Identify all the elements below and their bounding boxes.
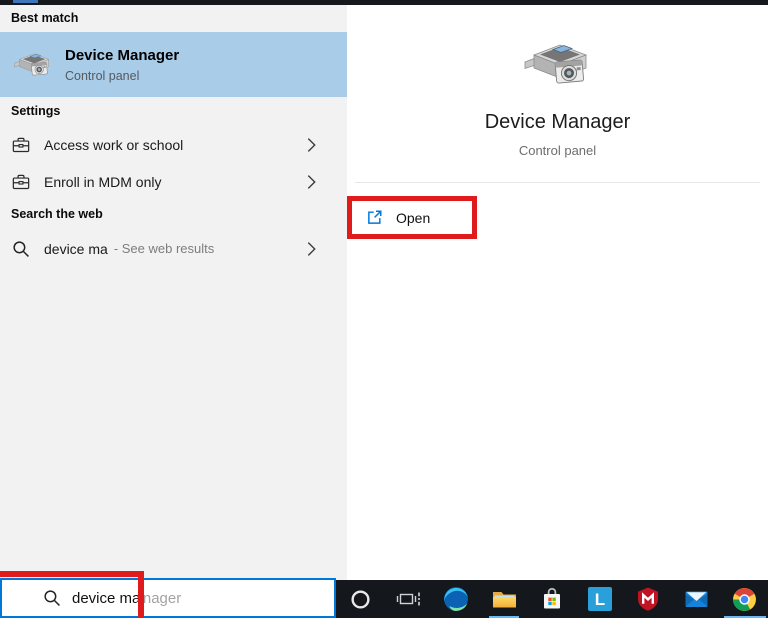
- settings-item-label: Access work or school: [44, 136, 184, 153]
- section-header-settings: Settings: [11, 104, 61, 118]
- search-input-text: device ma nager: [72, 588, 182, 608]
- chrome-button[interactable]: [720, 580, 768, 618]
- microsoft-store-icon: [544, 587, 560, 609]
- cortana-icon: [350, 589, 370, 609]
- l-app-button[interactable]: L: [576, 580, 624, 618]
- settings-item-label: Enroll in MDM only: [44, 173, 162, 190]
- device-manager-icon: [14, 48, 52, 82]
- cortana-button[interactable]: [336, 580, 384, 618]
- taskbar: L: [336, 580, 768, 618]
- mcafee-shield-icon: [638, 587, 658, 611]
- result-preview-panel: Device Manager Control panel: [347, 5, 768, 580]
- typed-query: device ma: [72, 589, 141, 607]
- separator: [355, 182, 760, 183]
- search-icon: [43, 589, 61, 607]
- file-explorer-button[interactable]: [480, 580, 528, 618]
- preview-title: Device Manager: [484, 111, 631, 133]
- open-external-icon: [368, 210, 382, 224]
- l-app-letter: L: [595, 590, 605, 609]
- chrome-icon: [732, 587, 756, 611]
- section-header-best-match: Best match: [11, 11, 79, 25]
- autocomplete-suggestion: nager: [142, 589, 182, 607]
- microsoft-store-button[interactable]: [528, 580, 576, 618]
- annotation-box-open: Open: [347, 196, 477, 239]
- briefcase-icon: [12, 173, 30, 191]
- web-search-query: device ma: [44, 240, 108, 257]
- windows-search-flyout: Best match Device Manager Control panel …: [0, 0, 768, 618]
- best-match-text: Device Manager Control panel: [65, 46, 179, 84]
- edge-button[interactable]: [432, 580, 480, 618]
- web-search-item[interactable]: device ma - See web results: [0, 231, 347, 266]
- briefcase-icon: [12, 136, 30, 154]
- top-edge-accent: [13, 0, 38, 3]
- open-button[interactable]: Open: [352, 209, 430, 226]
- mcafee-button[interactable]: [624, 580, 672, 618]
- best-match-result-device-manager[interactable]: Device Manager Control panel: [0, 32, 347, 97]
- search-results-panel: Best match Device Manager Control panel …: [0, 5, 347, 580]
- result-subtitle: Control panel: [65, 68, 140, 83]
- chevron-right-icon[interactable]: [307, 174, 316, 189]
- web-search-suffix: - See web results: [113, 241, 215, 256]
- open-button-label: Open: [396, 209, 431, 226]
- edge-icon: [444, 587, 468, 611]
- section-header-search-the-web: Search the web: [11, 207, 103, 221]
- settings-item-enroll-in-mdm-only[interactable]: Enroll in MDM only: [0, 164, 347, 199]
- file-explorer-icon: [492, 592, 516, 608]
- mail-icon: [685, 591, 707, 607]
- mail-button[interactable]: [672, 580, 720, 618]
- task-view-button[interactable]: [384, 580, 432, 618]
- settings-item-access-work-or-school[interactable]: Access work or school: [0, 127, 347, 162]
- preview-subtitle: Control panel: [518, 143, 597, 158]
- chevron-right-icon[interactable]: [307, 241, 316, 256]
- l-app-icon: L: [588, 587, 612, 611]
- search-icon: [12, 240, 30, 258]
- taskbar-search-input[interactable]: device ma nager: [0, 578, 336, 618]
- result-title: Device Manager: [65, 46, 180, 64]
- chevron-right-icon[interactable]: [307, 137, 316, 152]
- device-manager-icon-large: [524, 35, 592, 95]
- task-view-icon: [396, 592, 420, 605]
